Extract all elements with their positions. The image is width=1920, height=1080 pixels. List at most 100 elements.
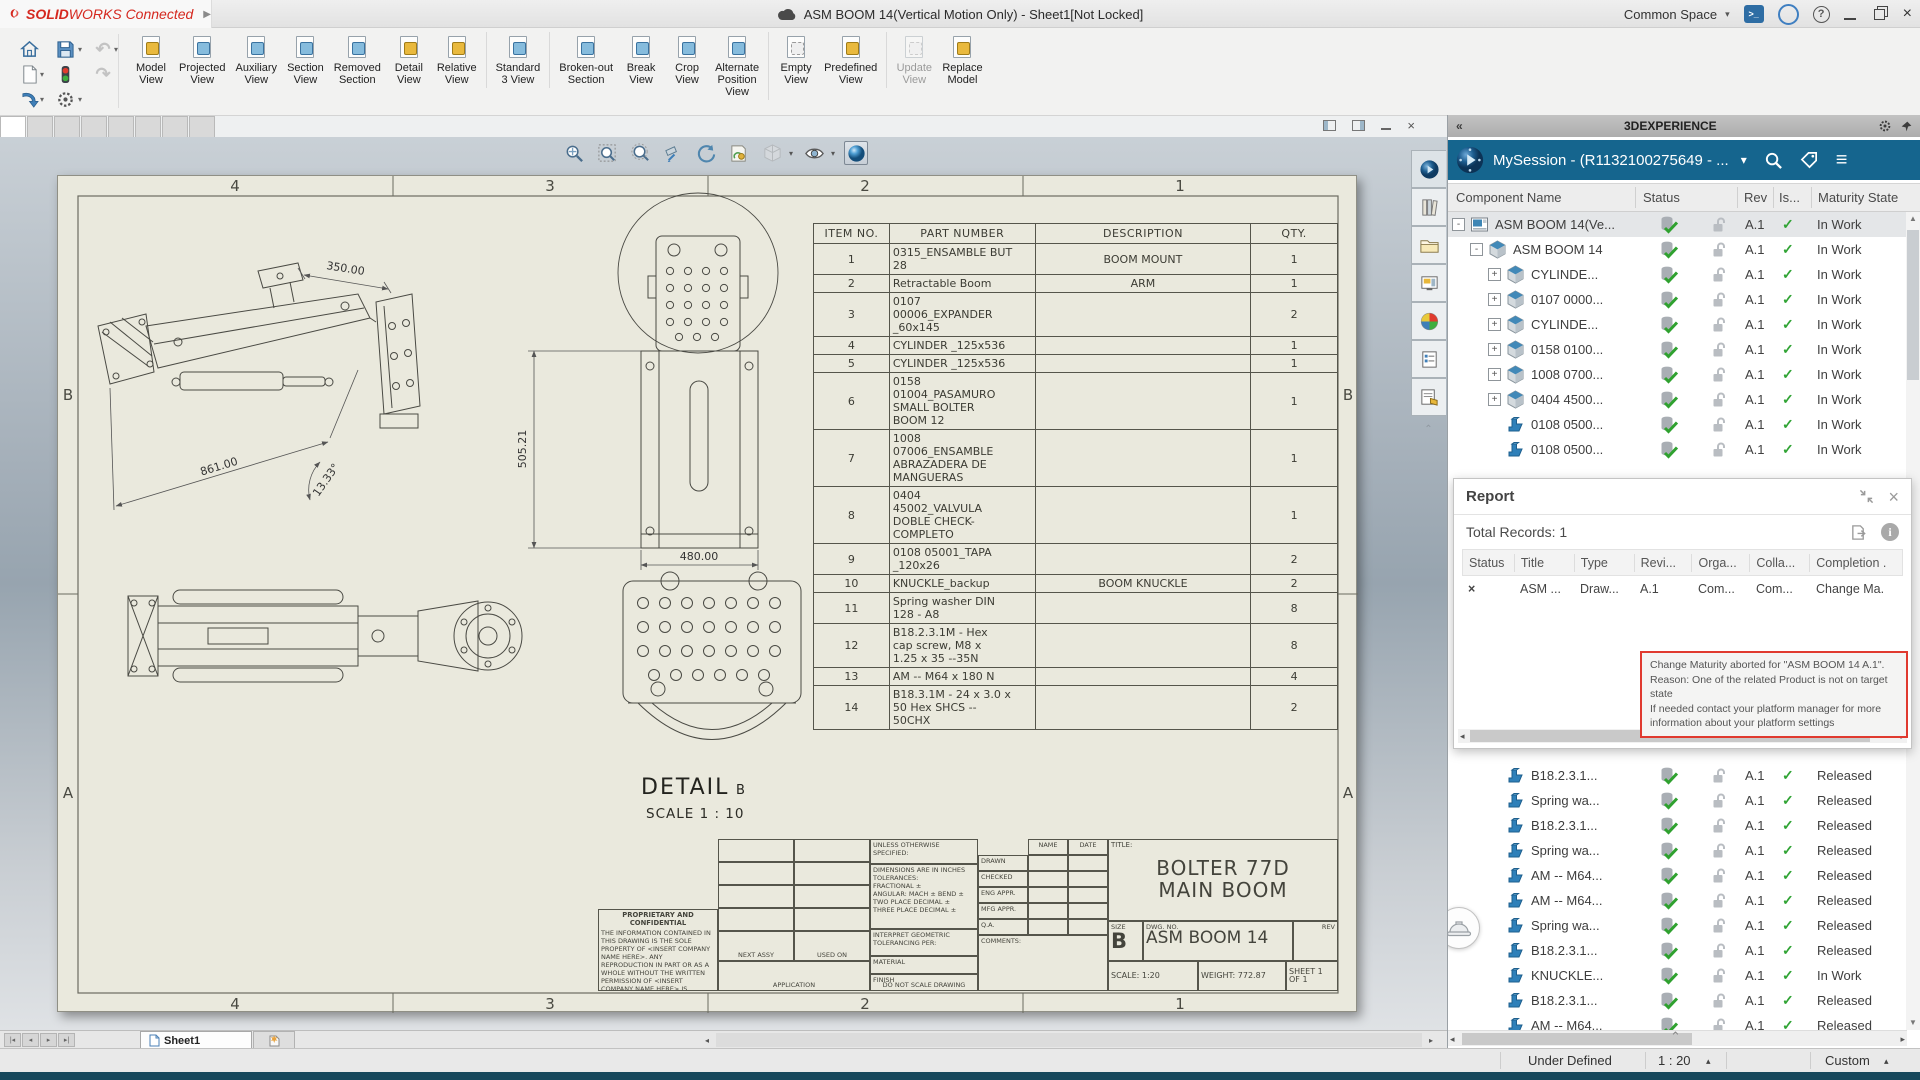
tree-row[interactable]: AM -- M64... A.1 ✓ Released [1448, 863, 1907, 888]
command-tab[interactable] [54, 116, 80, 137]
tree-row[interactable]: 0108 0500... A.1 ✓ In Work [1448, 437, 1907, 462]
command-tab[interactable] [81, 116, 107, 137]
command-tab[interactable] [162, 116, 188, 137]
command-tab[interactable] [135, 116, 161, 137]
3dexperience-compass-icon[interactable] [1455, 145, 1485, 175]
report-table-row[interactable]: × ASM ... Draw... A.1 Com... Com... Chan… [1462, 576, 1903, 602]
render-mode-icon[interactable] [844, 141, 868, 165]
bom-row[interactable]: 5 CYLINDER _125x536 1 [814, 355, 1338, 373]
document-minimize-icon[interactable] [1381, 121, 1391, 130]
tree-row[interactable]: 0107 0000... A.1 ✓ In Work [1448, 287, 1907, 312]
ribbon-button[interactable]: Auxiliary View [230, 32, 282, 88]
tree-row[interactable]: Spring wa... A.1 ✓ Released [1448, 838, 1907, 863]
export-icon[interactable] [1850, 524, 1867, 541]
tab-file-explorer[interactable] [1411, 226, 1446, 264]
ribbon-button[interactable]: Update View [891, 32, 937, 88]
tree-row[interactable]: CYLINDE... A.1 ✓ In Work [1448, 312, 1907, 337]
sheet-properties-icon[interactable] [727, 141, 751, 165]
scroll-left-icon[interactable]: ◂ [1460, 730, 1465, 742]
ribbon-button[interactable]: Projected View [174, 32, 230, 88]
new-dropdown[interactable]: ▾ [40, 70, 44, 79]
zoom-area-icon[interactable] [595, 141, 619, 165]
ribbon-button[interactable]: Relative View [432, 32, 487, 88]
zoom-previous-icon[interactable] [628, 141, 652, 165]
scroll-down-icon[interactable]: ▼ [1906, 1016, 1920, 1030]
search-icon[interactable] [1764, 151, 1783, 170]
save-dropdown[interactable]: ▾ [78, 45, 82, 54]
bom-row[interactable]: 4 CYLINDER _125x536 1 [814, 337, 1338, 355]
tree-row[interactable]: 0108 0500... A.1 ✓ In Work [1448, 412, 1907, 437]
scroll-left-icon[interactable]: ◂ [1450, 1033, 1455, 1045]
collaborative-space-selector[interactable]: Common Space▾ [1624, 7, 1730, 22]
lifecycle-status-icon[interactable] [54, 63, 76, 85]
ribbon-button[interactable]: Crop View [664, 32, 710, 88]
add-sheet-tab[interactable] [253, 1031, 295, 1049]
menu-icon[interactable]: ≡ [1836, 153, 1848, 167]
scroll-right-icon[interactable]: ▸ [1900, 1033, 1905, 1045]
hscroll-left-icon[interactable]: ◂ [700, 1033, 714, 1047]
bom-row[interactable]: 8 0404 45002_VALVULA DOBLE CHECK- COMPLE… [814, 487, 1338, 544]
hscroll-right-icon[interactable]: ▸ [1424, 1033, 1438, 1047]
tree-row[interactable]: AM -- M64... A.1 ✓ Released [1448, 888, 1907, 913]
command-tab[interactable] [189, 116, 215, 137]
dimension-505[interactable] [528, 351, 641, 548]
options-dropdown[interactable]: ▾ [78, 95, 82, 104]
magnified-selection-icon[interactable] [661, 141, 685, 165]
bom-row[interactable]: 10 KNUCKLE_backup BOOM KNUCKLE 2 [814, 575, 1338, 593]
expander-icon[interactable] [1488, 343, 1501, 356]
scale-dropdown-icon[interactable]: ▴ [1706, 1056, 1711, 1067]
rebuild-dropdown[interactable]: ▾ [40, 95, 44, 104]
bom-row[interactable]: 7 1008 07006_ENSAMBLE ABRAZADERA DE MANG… [814, 430, 1338, 487]
tree-row[interactable]: Spring wa... A.1 ✓ Released [1448, 788, 1907, 813]
ribbon-button[interactable]: Broken-out Section [554, 32, 618, 88]
tree-row[interactable]: Spring wa... A.1 ✓ Released [1448, 913, 1907, 938]
expander-icon[interactable] [1488, 268, 1501, 281]
new-document-button[interactable] [18, 63, 40, 85]
bom-row[interactable]: 1 0315_ENSAMBLE BUT 28 BOOM MOUNT 1 [814, 244, 1338, 275]
units-dropdown-icon[interactable]: ▴ [1884, 1056, 1889, 1067]
ribbon-button[interactable]: Empty View [773, 32, 819, 88]
prev-sheet-button[interactable]: ◂ [22, 1033, 39, 1047]
logo-expand-icon[interactable]: ▶ [203, 9, 211, 20]
rotate-view-icon[interactable] [694, 141, 718, 165]
sheet-scale[interactable]: 1 : 20 [1658, 1053, 1691, 1068]
tree-row[interactable]: B18.2.3.1... A.1 ✓ Released [1448, 763, 1907, 788]
tree-row[interactable]: ASM BOOM 14(Ve... A.1 ✓ In Work [1448, 212, 1907, 237]
panel-collapse-icon[interactable]: « [1456, 119, 1463, 133]
panel-vscroll-thumb[interactable] [1907, 230, 1919, 380]
close-button[interactable]: × [1903, 6, 1912, 22]
command-tab[interactable] [27, 116, 53, 137]
info-icon[interactable]: i [1881, 523, 1899, 541]
expander-icon[interactable] [1488, 368, 1501, 381]
ribbon-button[interactable]: Predefined View [819, 32, 887, 88]
panel-settings-icon[interactable] [1878, 119, 1892, 133]
tree-row[interactable]: 0158 0100... A.1 ✓ In Work [1448, 337, 1907, 362]
expand-chevron-icon[interactable]: ⌃ [1670, 1029, 1681, 1045]
tab-solidworks-forum[interactable] [1411, 378, 1446, 416]
drawing-sheet[interactable]: 4 3 2 1 4 3 2 1 B A B A [57, 175, 1357, 1012]
panel-hscrollbar[interactable]: ◂ ⌃ ▸ [1448, 1030, 1907, 1046]
expander-icon[interactable] [1452, 218, 1465, 231]
home-button[interactable] [18, 38, 40, 60]
bom-table[interactable]: ITEM NO. PART NUMBER DESCRIPTION QTY. 1 … [813, 223, 1338, 730]
bom-row[interactable]: 14 B18.3.1M - 24 x 3.0 x 50 Hex SHCS -- … [814, 686, 1338, 730]
graphics-area[interactable]: ▾ ▾ [0, 137, 1447, 1030]
units-setting[interactable]: Custom [1825, 1053, 1870, 1068]
ribbon-button[interactable]: Removed Section [329, 32, 386, 88]
save-button[interactable] [54, 38, 76, 60]
command-tab[interactable] [108, 116, 134, 137]
session-title[interactable]: MySession - (R1132100275649 - ... [1493, 152, 1729, 169]
help-icon[interactable]: ? [1813, 6, 1830, 23]
session-dropdown-icon[interactable]: ▾ [1741, 153, 1747, 167]
drawing-hscrollbar[interactable] [716, 1033, 1422, 1047]
display-style-dropdown[interactable]: ▾ [789, 149, 793, 158]
expander-icon[interactable] [1488, 318, 1501, 331]
tab-custom-properties[interactable] [1411, 340, 1446, 378]
bom-row[interactable]: 2 Retractable Boom ARM 1 [814, 275, 1338, 293]
report-close-icon[interactable]: × [1888, 490, 1899, 504]
report-collapse-icon[interactable] [1859, 489, 1874, 504]
zoom-fit-icon[interactable] [562, 141, 586, 165]
ribbon-button[interactable]: Section View [282, 32, 329, 88]
ribbon-button[interactable]: Alternate Position View [710, 32, 769, 100]
tree-row[interactable]: B18.2.3.1... A.1 ✓ Released [1448, 813, 1907, 838]
